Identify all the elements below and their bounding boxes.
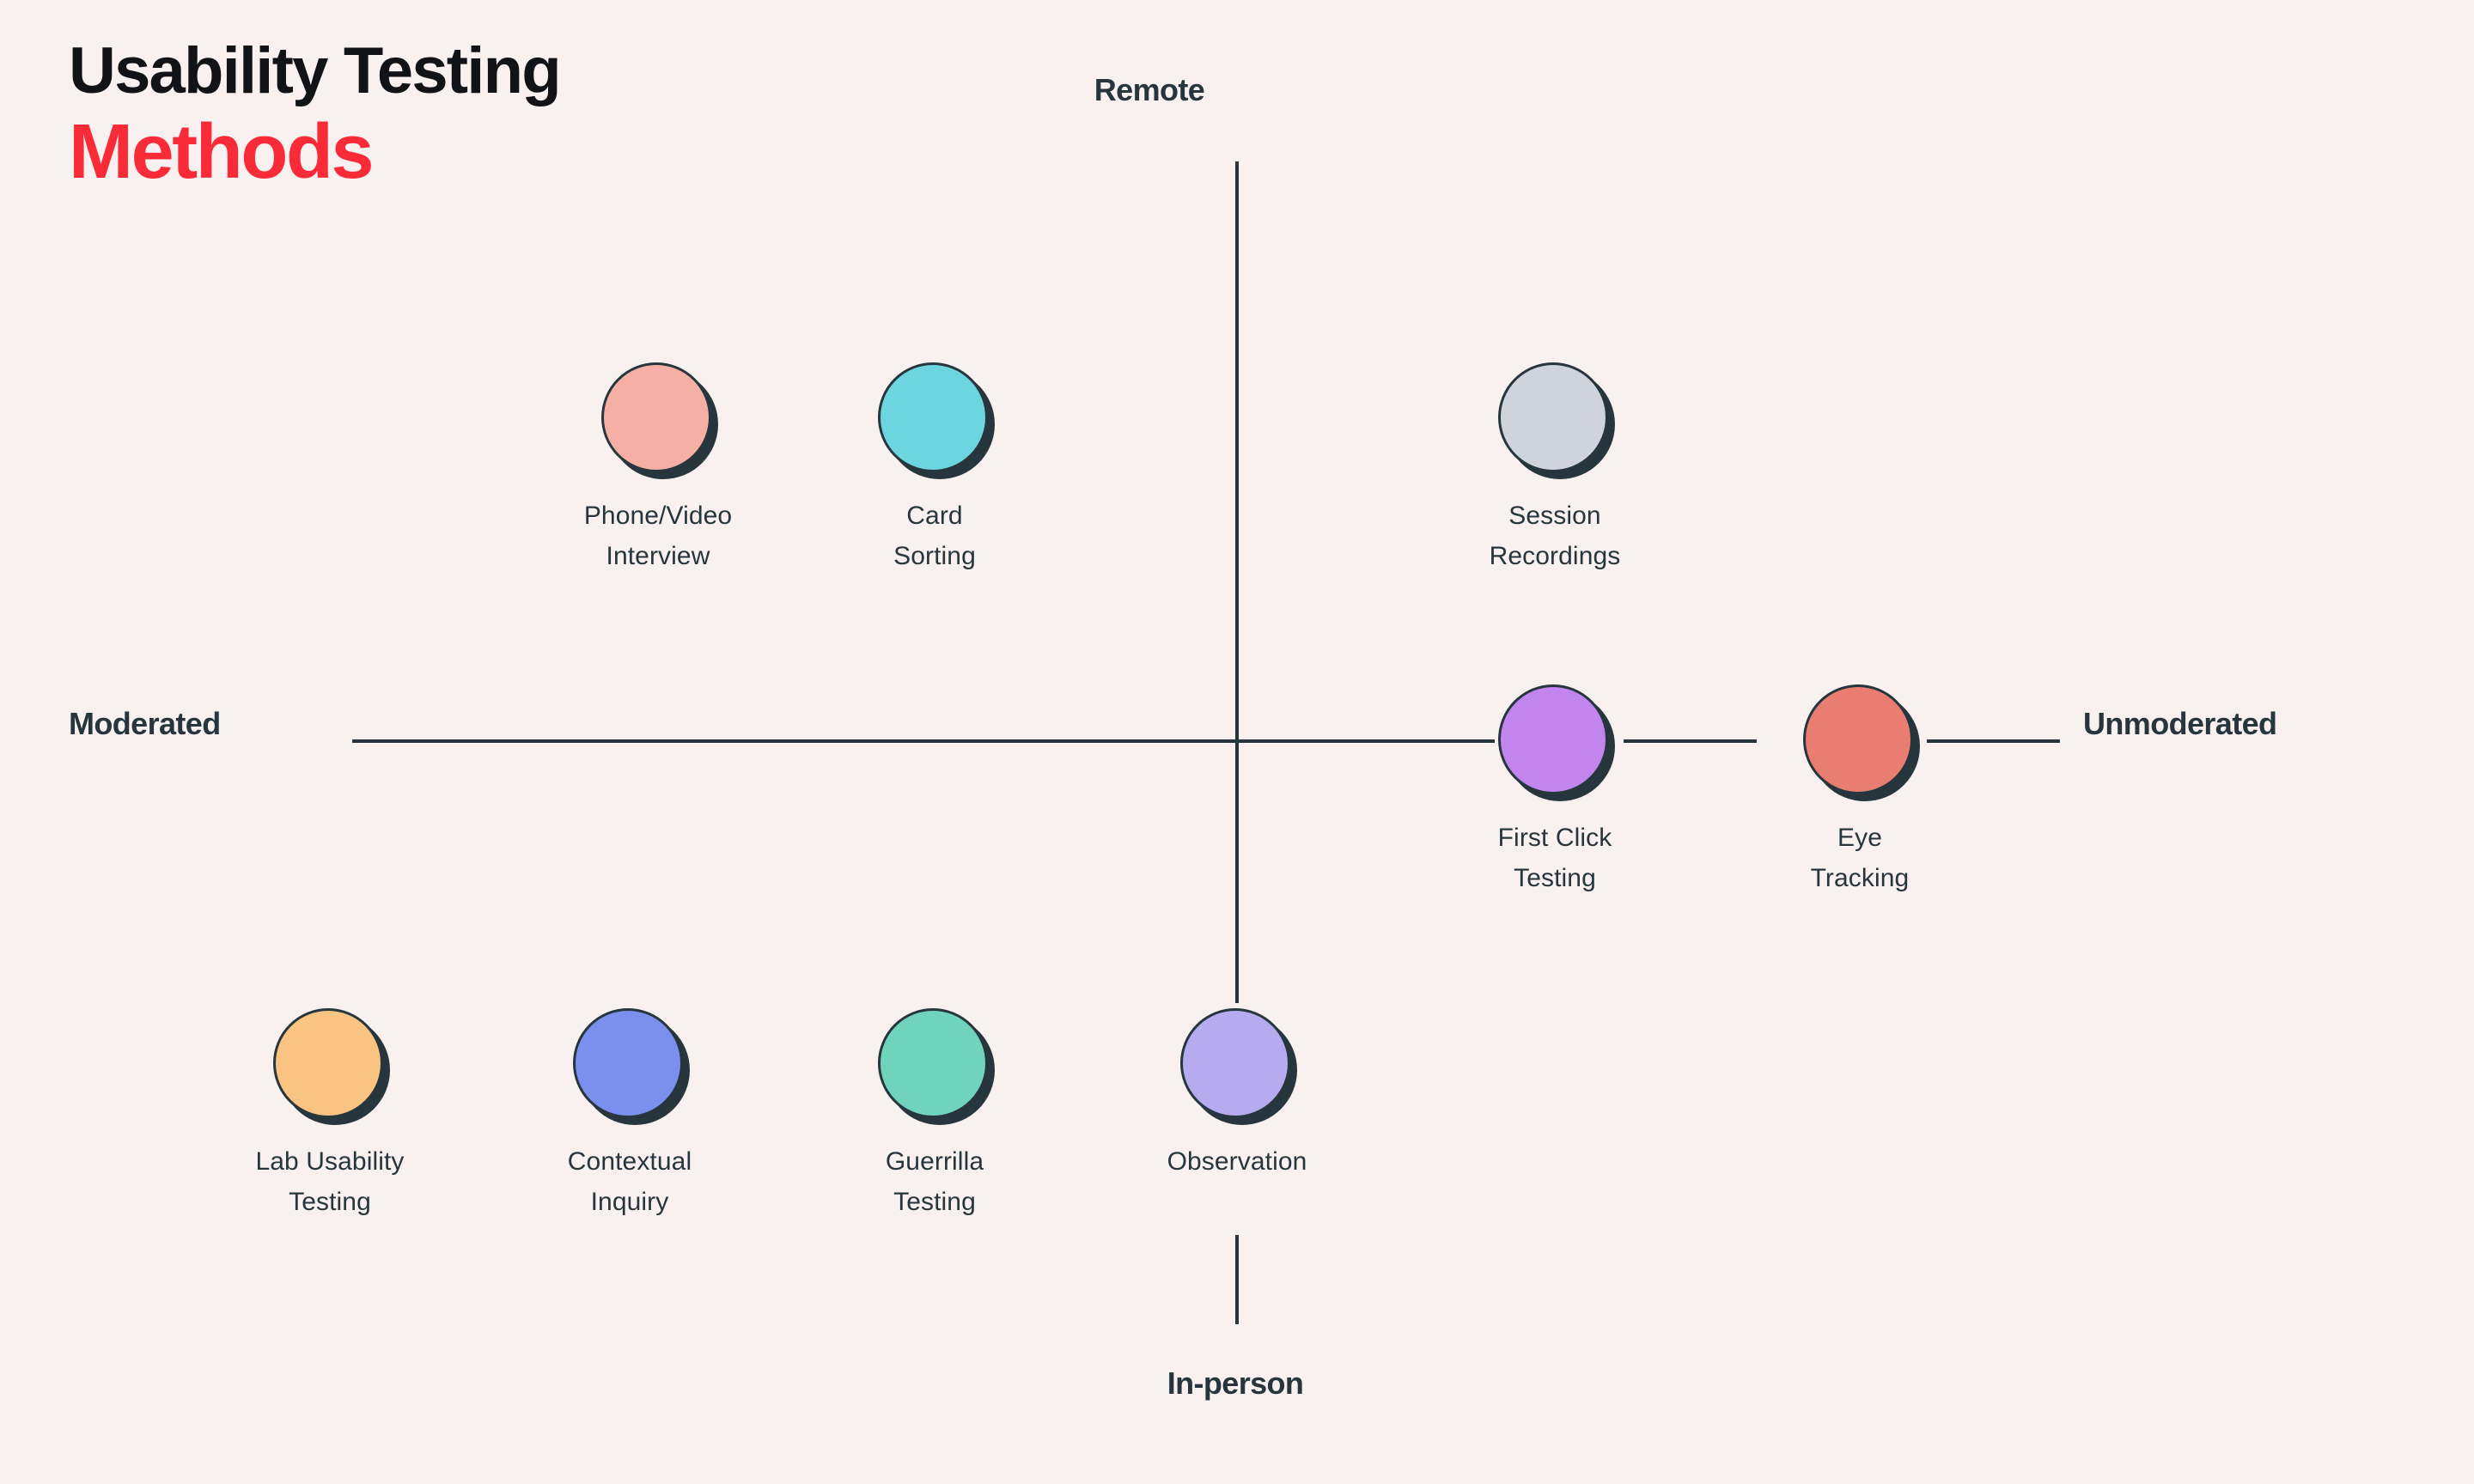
method-node-label: Contextual Inquiry [567, 1147, 692, 1216]
bubble-fill[interactable] [573, 1008, 683, 1118]
axis-label-remote: Remote [1094, 72, 1205, 107]
method-bubble[interactable] [1177, 1005, 1297, 1125]
method-node-session-recordings[interactable]: Session Recordings [1469, 359, 1641, 576]
method-bubble[interactable] [1495, 681, 1615, 801]
method-node-guerrilla-testing[interactable]: Guerrilla Testing [849, 1005, 1021, 1222]
bubble-fill[interactable] [878, 1008, 988, 1118]
method-node-label: Session Recordings [1489, 502, 1621, 570]
axis-label-moderated: Moderated [69, 706, 221, 741]
method-node-label: Phone/Video Interview [583, 502, 733, 570]
method-bubble[interactable] [874, 1005, 995, 1125]
axis-line-horizontal-middle [1624, 739, 1757, 743]
method-node-lab-usability-testing[interactable]: Lab Usability Testing [244, 1005, 416, 1222]
axis-line-vertical-top [1235, 161, 1239, 1003]
method-node-label: Lab Usability Testing [255, 1147, 405, 1216]
method-node-first-click-testing[interactable]: First Click Testing [1469, 681, 1641, 898]
method-node-phone-video-interview[interactable]: Phone/Video Interview [572, 359, 744, 576]
title-line-primary: Usability Testing [69, 34, 562, 107]
quadrant-diagram-canvas: Usability Testing Methods Remote In-pers… [0, 0, 2474, 1484]
bubble-fill[interactable] [601, 362, 711, 472]
bubble-fill[interactable] [1498, 684, 1608, 794]
axis-label-unmoderated: Unmoderated [2083, 706, 2277, 741]
bubble-fill[interactable] [878, 362, 988, 472]
method-bubble[interactable] [270, 1005, 390, 1125]
method-node-contextual-inquiry[interactable]: Contextual Inquiry [544, 1005, 716, 1222]
bubble-fill[interactable] [273, 1008, 383, 1118]
bubble-fill[interactable] [1498, 362, 1608, 472]
method-bubble[interactable] [1800, 681, 1920, 801]
title-line-accent: Methods [69, 109, 375, 196]
axis-line-horizontal-left [352, 739, 1495, 743]
method-node-label: First Click Testing [1497, 824, 1612, 892]
axis-label-in-person: In-person [1167, 1365, 1304, 1401]
bubble-fill[interactable] [1803, 684, 1913, 794]
method-bubble[interactable] [598, 359, 718, 479]
axis-line-horizontal-right [1927, 739, 2060, 743]
method-node-label: Eye Tracking [1810, 824, 1910, 892]
axis-line-vertical-bottom [1235, 1235, 1239, 1324]
method-node-label: Observation [1167, 1147, 1307, 1176]
method-bubble[interactable] [1495, 359, 1615, 479]
method-bubble[interactable] [570, 1005, 690, 1125]
method-bubble[interactable] [874, 359, 995, 479]
method-node-label: Guerrilla Testing [885, 1147, 984, 1216]
method-node-eye-tracking[interactable]: Eye Tracking [1774, 681, 1946, 898]
page-title: Usability Testing Methods [69, 36, 842, 194]
method-node-observation[interactable]: Observation [1151, 1005, 1323, 1183]
method-node-label: Card Sorting [893, 502, 976, 570]
bubble-fill[interactable] [1180, 1008, 1290, 1118]
method-node-card-sorting[interactable]: Card Sorting [849, 359, 1021, 576]
